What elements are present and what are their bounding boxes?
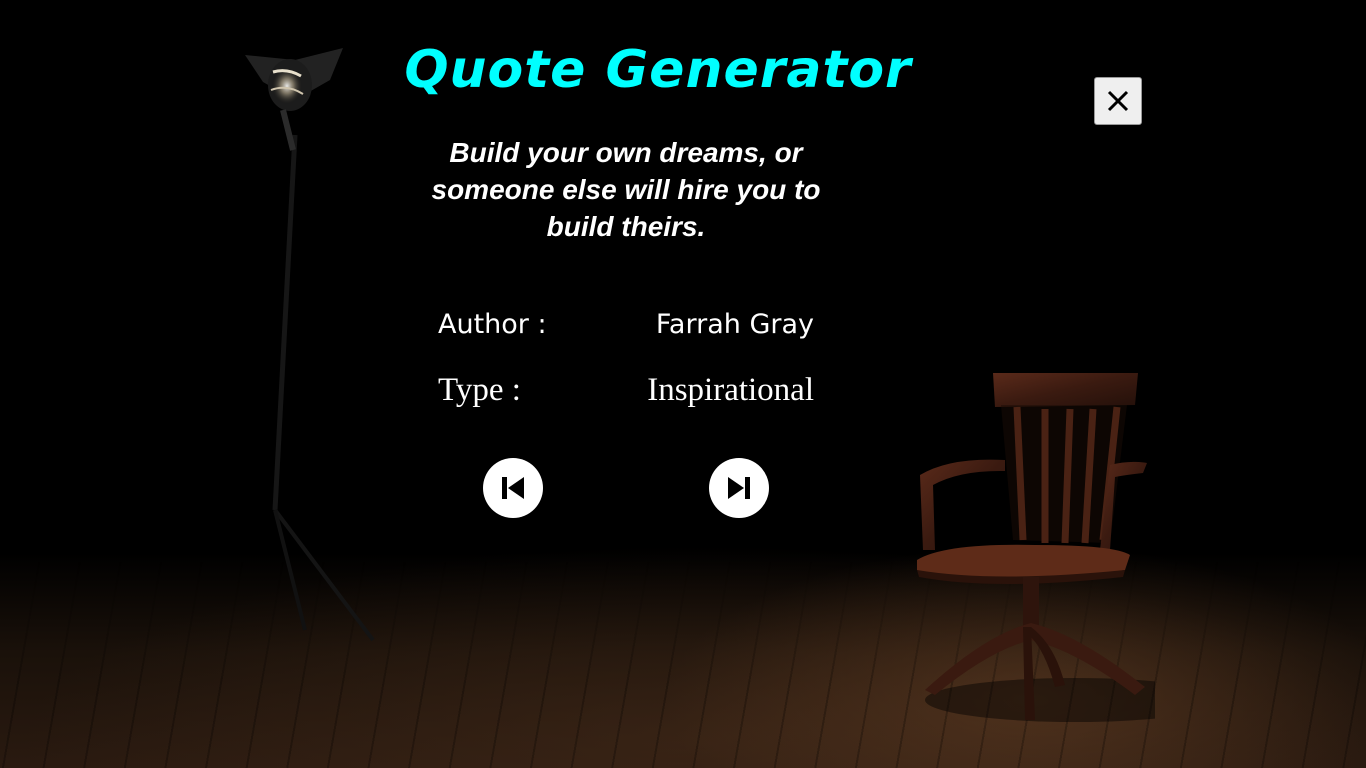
skip-next-icon xyxy=(728,477,750,499)
quote-text: Build your own dreams, or someone else w… xyxy=(431,137,821,242)
author-value: Farrah Gray xyxy=(655,309,814,340)
wooden-chair-image xyxy=(917,373,1155,722)
next-quote-button[interactable] xyxy=(709,458,769,518)
type-value: Inspirational xyxy=(647,372,814,408)
skip-previous-icon xyxy=(502,477,524,499)
app-background: Quote Generator Build your own dreams, o… xyxy=(0,0,1366,768)
type-label: Type : xyxy=(438,372,521,408)
previous-quote-button[interactable] xyxy=(483,458,543,518)
author-label: Author : xyxy=(438,309,547,340)
wooden-floor xyxy=(0,560,1366,768)
close-button[interactable] xyxy=(1094,77,1142,125)
close-icon xyxy=(1107,90,1129,112)
spotlight-lamp-image xyxy=(245,48,375,642)
